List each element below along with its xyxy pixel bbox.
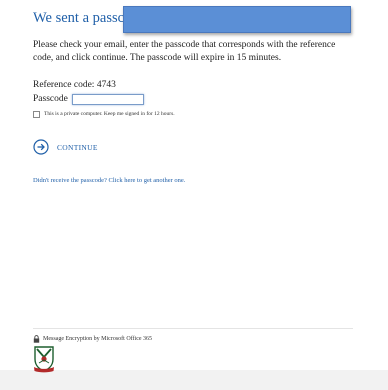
private-computer-label: This is a private computer. Keep me sign…	[44, 111, 175, 117]
encryption-text: Message Encryption by Microsoft Office 3…	[43, 336, 153, 342]
footer-encryption: Message Encryption by Microsoft Office 3…	[33, 334, 152, 344]
crest-logo	[34, 346, 54, 373]
private-computer-checkbox[interactable]	[33, 110, 40, 118]
page-bottom-bar	[0, 370, 388, 390]
private-computer-row[interactable]: This is a private computer. Keep me sign…	[33, 109, 175, 119]
redaction-box	[123, 6, 351, 33]
reference-code: Reference code: 4743	[33, 80, 116, 90]
continue-label: CONTINUE	[57, 142, 98, 152]
arrow-right-circle-icon	[33, 139, 49, 155]
lock-icon	[33, 335, 40, 343]
continue-button[interactable]: CONTINUE	[33, 139, 98, 155]
passcode-row: Passcode	[33, 92, 144, 106]
passcode-input[interactable]	[71, 93, 144, 105]
footer-divider	[33, 328, 353, 329]
passcode-label: Passcode	[33, 94, 68, 104]
resend-passcode-link[interactable]: Didn't receive the passcode? Click here …	[33, 177, 185, 184]
instructions-text: Please check your email, enter the passc…	[33, 40, 336, 63]
